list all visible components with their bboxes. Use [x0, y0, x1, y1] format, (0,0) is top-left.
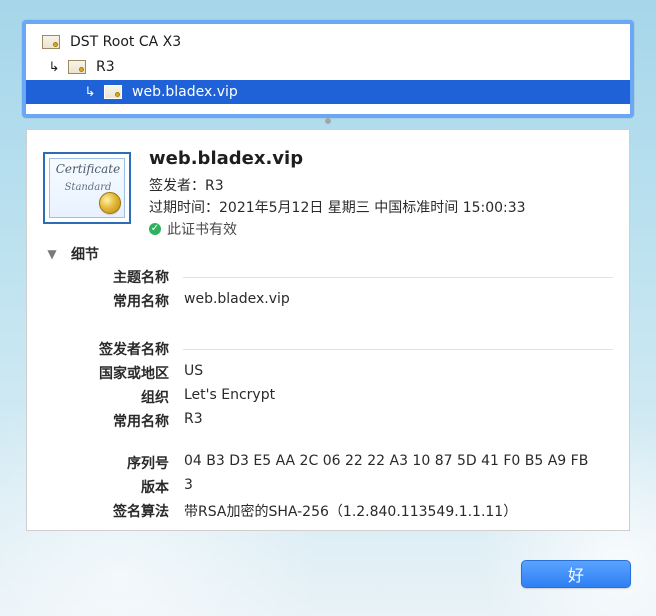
certificate-chain-tree[interactable]: DST Root CA X3 ↳ R3 ↳ web.bladex.vip — [22, 20, 634, 118]
detail-key: 常用名称 — [113, 294, 169, 310]
details-label: 细节 — [71, 247, 99, 263]
detail-key: 组织 — [141, 390, 169, 406]
detail-value: 3 — [184, 477, 193, 493]
detail-value: 无 — [184, 525, 613, 527]
detail-key: 常用名称 — [113, 414, 169, 430]
section-subject-name: 主题名称 — [27, 267, 629, 287]
detail-row: 版本 3 — [27, 477, 629, 497]
chain-item-leaf[interactable]: ↳ web.bladex.vip — [26, 80, 630, 104]
detail-value: Let's Encrypt — [184, 387, 276, 403]
detail-row: 参数 无 — [27, 525, 629, 527]
certificate-issuer: 签发者：R3 — [149, 178, 224, 194]
details-list: 主题名称 常用名称 web.bladex.vip 签发者名称 国家或地区 US … — [27, 267, 629, 527]
chain-item-label: R3 — [96, 59, 115, 75]
pane-splitter-handle[interactable] — [325, 118, 331, 124]
detail-key: 国家或地区 — [99, 366, 169, 382]
section-title: 主题名称 — [113, 270, 169, 286]
detail-key: 版本 — [141, 480, 169, 496]
detail-row: 序列号 04 B3 D3 E5 AA 2C 06 22 22 A3 10 87 … — [27, 453, 629, 473]
detail-row: 常用名称 web.bladex.vip — [27, 291, 629, 311]
detail-key: 序列号 — [127, 456, 169, 472]
certificate-validity: ✓ 此证书有效 — [149, 219, 237, 239]
section-divider — [183, 277, 613, 278]
certificate-icon — [42, 35, 60, 49]
detail-value: 04 B3 D3 E5 AA 2C 06 22 22 A3 10 87 5D 4… — [184, 453, 589, 469]
detail-row: 组织 Let's Encrypt — [27, 387, 629, 407]
detail-key: 参数 — [27, 525, 169, 527]
detail-row: 国家或地区 US — [27, 363, 629, 383]
detail-row: 签名算法 带RSA加密的SHA-256（1.2.840.113549.1.1.1… — [27, 501, 629, 521]
detail-row: 常用名称 R3 — [27, 411, 629, 431]
certificate-common-name: web.bladex.vip — [149, 148, 304, 169]
check-circle-icon: ✓ — [149, 223, 161, 235]
ok-button[interactable]: 好 — [521, 560, 631, 588]
detail-key: 签名算法 — [113, 504, 169, 520]
seal-icon — [99, 192, 121, 214]
chain-item-intermediate[interactable]: ↳ R3 — [26, 55, 630, 79]
certificate-large-icon: Certificate Standard — [43, 152, 131, 224]
detail-value: R3 — [184, 411, 203, 427]
certificate-icon — [68, 60, 86, 74]
certificate-details-pane[interactable]: Certificate Standard web.bladex.vip 签发者：… — [26, 129, 630, 531]
chain-item-label: DST Root CA X3 — [70, 34, 182, 50]
disclosure-triangle-down-icon[interactable]: ▼ — [45, 248, 59, 260]
validity-text: 此证书有效 — [167, 222, 237, 238]
chain-item-root[interactable]: DST Root CA X3 — [26, 30, 630, 54]
detail-value: web.bladex.vip — [184, 291, 290, 307]
detail-value: US — [184, 363, 204, 379]
section-divider — [183, 349, 613, 350]
chain-item-label: web.bladex.vip — [132, 84, 238, 100]
certificate-expiration: 过期时间：2021年5月12日 星期三 中国标准时间 15:00:33 — [149, 200, 526, 216]
section-issuer-name: 签发者名称 — [27, 339, 629, 359]
detail-value: 带RSA加密的SHA-256（1.2.840.113549.1.1.11） — [184, 504, 518, 520]
branch-arrow-icon: ↳ — [84, 84, 96, 100]
certificate-badge-title: Certificate — [55, 162, 121, 176]
section-title: 签发者名称 — [99, 342, 169, 358]
details-disclosure[interactable]: ▼ 细节 — [45, 244, 99, 264]
branch-arrow-icon: ↳ — [48, 59, 60, 75]
certificate-icon — [104, 85, 122, 99]
